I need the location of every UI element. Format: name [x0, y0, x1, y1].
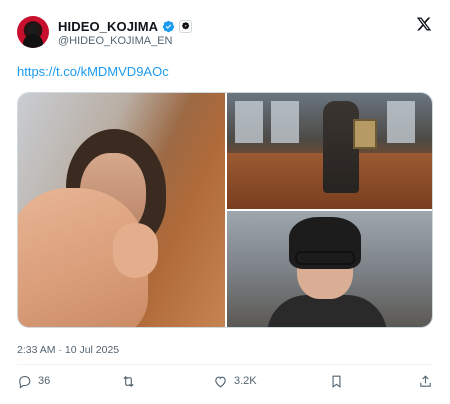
- reply-icon: [19, 375, 31, 389]
- avatar[interactable]: [17, 16, 49, 48]
- action-bar: 36 3.2K: [17, 372, 433, 390]
- bookmark-button[interactable]: [329, 372, 344, 390]
- tweet-link[interactable]: https://t.co/kMDMVD9AOc: [17, 64, 169, 79]
- photo-figure-head[interactable]: [18, 93, 225, 327]
- retweet-button[interactable]: [121, 372, 142, 390]
- window-pane: [235, 101, 263, 143]
- share-button[interactable]: [418, 372, 433, 390]
- tweet-card: HIDEO_KOJIMA ❁ @HIDEO_KOJIMA_EN https://…: [0, 0, 450, 404]
- photo-figure-statue[interactable]: [227, 93, 432, 209]
- window-pane: [271, 101, 299, 143]
- user-handle[interactable]: @HIDEO_KOJIMA_EN: [58, 35, 172, 47]
- window-pane: [387, 101, 415, 143]
- display-name[interactable]: HIDEO_KOJIMA: [58, 19, 158, 34]
- x-logo-icon[interactable]: [416, 16, 432, 32]
- divider: [17, 364, 433, 365]
- tweet-timestamp[interactable]: 2:33 AM · 10 Jul 2025: [17, 344, 119, 356]
- finger: [113, 223, 158, 278]
- verified-badge-icon: [162, 20, 175, 32]
- affiliate-badge-icon: ❁: [179, 19, 193, 33]
- name-row: HIDEO_KOJIMA ❁: [58, 18, 193, 34]
- photo-person[interactable]: [227, 211, 432, 327]
- person-body: [267, 295, 387, 327]
- reply-button[interactable]: 36: [17, 372, 50, 390]
- avatar-body: [23, 34, 43, 48]
- bookmark-icon: [332, 375, 341, 388]
- glasses: [295, 251, 355, 265]
- retweet-icon: [123, 375, 134, 387]
- share-icon: [420, 374, 431, 387]
- like-button[interactable]: 3.2K: [213, 372, 257, 390]
- media-grid: [17, 92, 433, 328]
- like-count: 3.2K: [234, 375, 257, 387]
- reply-count: 36: [38, 375, 51, 387]
- like-icon: [215, 376, 226, 387]
- statue-crate: [353, 119, 377, 149]
